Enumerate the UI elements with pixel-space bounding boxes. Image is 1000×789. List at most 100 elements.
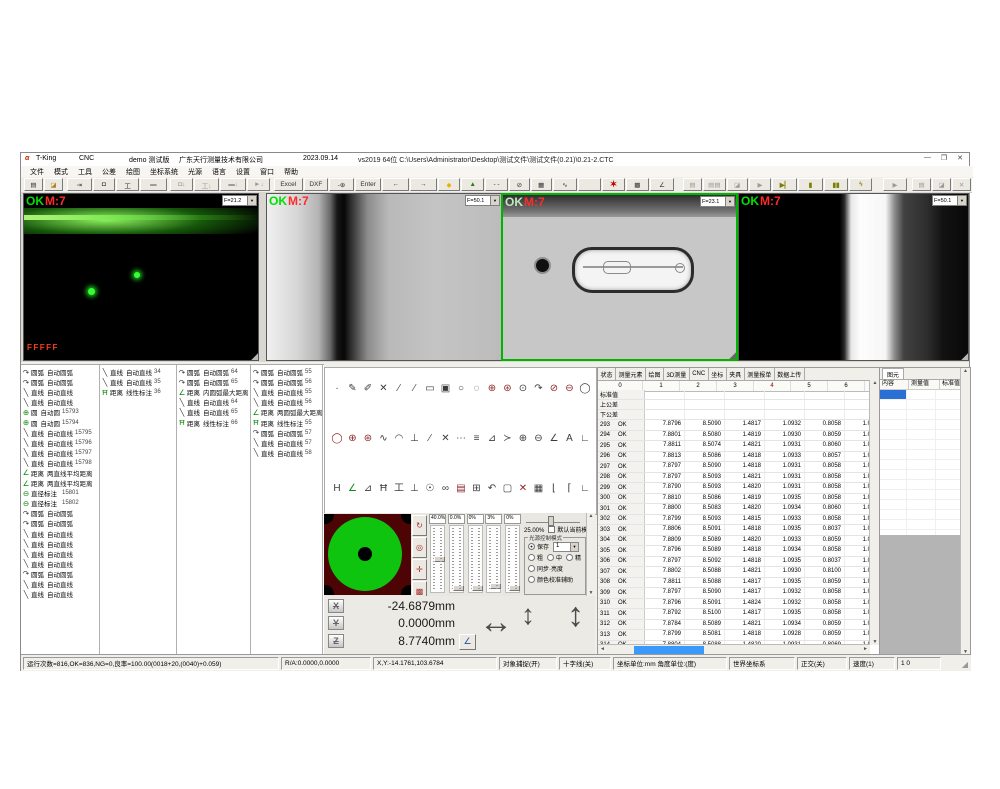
chevron-down-icon[interactable]: ▼	[490, 196, 499, 205]
element-list-item[interactable]: ↷圆弧自动圆弧57	[251, 428, 322, 438]
camera4-zoom-select[interactable]: F=50.1▼	[932, 195, 967, 206]
parallel-icon[interactable]: ≡	[470, 432, 484, 445]
table-tab-4[interactable]: 3D测量	[664, 368, 690, 380]
element-list-item[interactable]: ╲直线自动直线15798	[21, 458, 99, 468]
rect-icon[interactable]: ▭	[423, 382, 437, 395]
ibeam-button[interactable]: 工	[116, 178, 139, 191]
color-calib-radio[interactable]	[528, 576, 535, 583]
pattern-button[interactable]: ▦	[531, 178, 552, 191]
slider-handle[interactable]	[434, 556, 445, 562]
distance-tri-icon[interactable]: ⊿	[361, 482, 375, 495]
text-icon[interactable]: A	[563, 432, 577, 445]
chevron-down-icon[interactable]: ▼	[725, 197, 734, 206]
matrix-button[interactable]: ▩	[626, 178, 649, 191]
chevron-down-icon[interactable]: ▼	[570, 543, 578, 551]
light-slider-4[interactable]: 3%	[485, 514, 502, 595]
arc-icon[interactable]: ↷	[532, 382, 546, 395]
slider-track[interactable]	[505, 525, 520, 593]
table-row[interactable]: 307OK7.88028.50881.48211.09300.81001.098…	[598, 567, 870, 578]
maximize-button[interactable]: ❐	[941, 154, 947, 162]
scroll-up-icon[interactable]: ▲	[963, 368, 968, 374]
vertex-icon[interactable]: ≻	[501, 432, 515, 445]
element-list-item[interactable]: ∠距离两直线平均距离	[21, 468, 99, 478]
curve-button[interactable]: ∿	[553, 178, 578, 191]
circle-scan-icon[interactable]: ⊕	[485, 382, 499, 395]
element-list-item[interactable]: ╲直线自动直线	[21, 539, 99, 549]
copy-icon[interactable]: ⊞	[470, 482, 484, 495]
status-segment-9[interactable]: 速度(1)	[849, 657, 895, 670]
detail-row[interactable]	[880, 450, 970, 460]
element-list-item[interactable]: ╲直线自动直线56	[251, 397, 322, 407]
detail-row[interactable]	[880, 430, 970, 440]
dash-button[interactable]: - -	[485, 178, 508, 191]
jog-y-icon[interactable]: ↕	[521, 599, 535, 631]
slider-track[interactable]	[486, 525, 501, 593]
element-list-item[interactable]: ⊖直径标注15802	[21, 498, 99, 508]
element-list-item[interactable]: ╲直线自动直线65	[177, 407, 250, 417]
table-row[interactable]: 305OK7.87968.50891.48181.09340.80581.098…	[598, 546, 870, 557]
medium-radio[interactable]	[547, 554, 554, 561]
element-list-item[interactable]: ↷圆弧自动圆弧65	[177, 377, 250, 387]
table-fixed-row[interactable]: 标准值	[598, 390, 870, 400]
detail-row[interactable]	[880, 520, 970, 530]
element-list-item[interactable]: Ħ距离线性标注55	[251, 417, 322, 427]
menu-item-1[interactable]: 文件	[25, 167, 49, 177]
circle-dash-icon[interactable]: ◌	[470, 382, 484, 395]
window-resize-grip-icon[interactable]: ◢	[962, 660, 968, 669]
menu-item-8[interactable]: 语言	[207, 167, 231, 177]
table-tab-9[interactable]: 数据上传	[775, 368, 805, 380]
element-list-item[interactable]: Ħ距离线性标注66	[177, 417, 250, 427]
distance-circle-icon[interactable]: ☉	[423, 482, 437, 495]
keyboard-icon[interactable]: ▤	[454, 482, 468, 495]
excel-button[interactable]: Excel	[274, 178, 302, 191]
camera1-zoom-select[interactable]: F=21.2▼	[222, 195, 257, 206]
save-radio[interactable]	[528, 543, 535, 550]
arc-scan-icon[interactable]: ⊘	[547, 382, 561, 395]
coarse-radio[interactable]	[528, 554, 535, 561]
select-box-icon[interactable]: ▢	[501, 482, 515, 495]
table-tab-7[interactable]: 夹具	[727, 368, 745, 380]
slider-track[interactable]	[430, 525, 445, 593]
element-list-item[interactable]: ╲直线自动直线15797	[21, 448, 99, 458]
angle-icon[interactable]: ∠	[547, 432, 561, 445]
camera-view-1[interactable]: OKM:7 F=21.2▼ FFFFF ◢	[23, 193, 259, 361]
table-row[interactable]: 294OK7.88018.50801.48191.09300.80591.098…	[598, 431, 870, 442]
menu-item-4[interactable]: 公差	[97, 167, 121, 177]
ellipse-scan-icon[interactable]: ◯	[330, 432, 344, 445]
detail-row[interactable]	[880, 400, 970, 410]
menu-item-9[interactable]: 设置	[231, 167, 255, 177]
distance-angle-icon[interactable]: ∠	[346, 482, 360, 495]
slider-track[interactable]	[468, 525, 483, 593]
element-list-item[interactable]: ╲直线自动直线	[21, 397, 99, 407]
light-slider-3[interactable]: 0%	[467, 514, 484, 595]
intersect-icon[interactable]: ✕	[439, 432, 453, 445]
table-tab-5[interactable]: CNC	[690, 368, 709, 380]
pencil-icon[interactable]: ✎	[346, 382, 360, 395]
element-list-item[interactable]: ╲直线自动直线15795	[21, 428, 99, 438]
master-light-slider[interactable]	[526, 519, 580, 523]
pencil-auto-icon[interactable]: ✐	[361, 382, 375, 395]
minimize-button[interactable]: —	[924, 154, 931, 162]
light-slider-5[interactable]: 0%	[504, 514, 521, 595]
element-list-item[interactable]: ⊖直径标注15801	[21, 488, 99, 498]
resize-grip-icon[interactable]: ◢	[494, 352, 501, 360]
point-set-icon[interactable]: ⋯	[454, 432, 468, 445]
resize-grip-icon[interactable]: ◢	[961, 352, 968, 360]
resize-grip-icon[interactable]: ◢	[729, 351, 736, 359]
element-list-item[interactable]: Ħ距离线性标注36	[100, 387, 176, 397]
target2-icon[interactable]: ⊛	[361, 432, 375, 445]
table-row[interactable]: 297OK7.87978.50901.48181.09310.80581.098…	[598, 462, 870, 473]
status-segment-4[interactable]: 对象捕捉(开)	[499, 657, 557, 670]
sync-brightness-radio[interactable]	[528, 565, 535, 572]
delete-icon[interactable]: ✕	[516, 482, 530, 495]
element-list-item[interactable]: ∠距离两直线平均距离	[21, 478, 99, 488]
table-row[interactable]: 301OK7.88008.50831.48201.09340.80601.098…	[598, 504, 870, 515]
element-list-item[interactable]: ╲直线自动直线	[21, 529, 99, 539]
element-list-item[interactable]: ↷圆弧自动圆弧	[21, 518, 99, 528]
contour-icon[interactable]: ◠	[392, 432, 406, 445]
element-list-item[interactable]: ╲直线自动直线	[21, 589, 99, 599]
point-icon[interactable]: ·	[330, 382, 344, 395]
element-list-item[interactable]: ╲直线自动直线34	[100, 367, 176, 377]
table-row[interactable]: 296OK7.88138.50861.48181.09330.80571.098…	[598, 452, 870, 463]
scroll-up-icon[interactable]: ▲	[873, 380, 878, 386]
